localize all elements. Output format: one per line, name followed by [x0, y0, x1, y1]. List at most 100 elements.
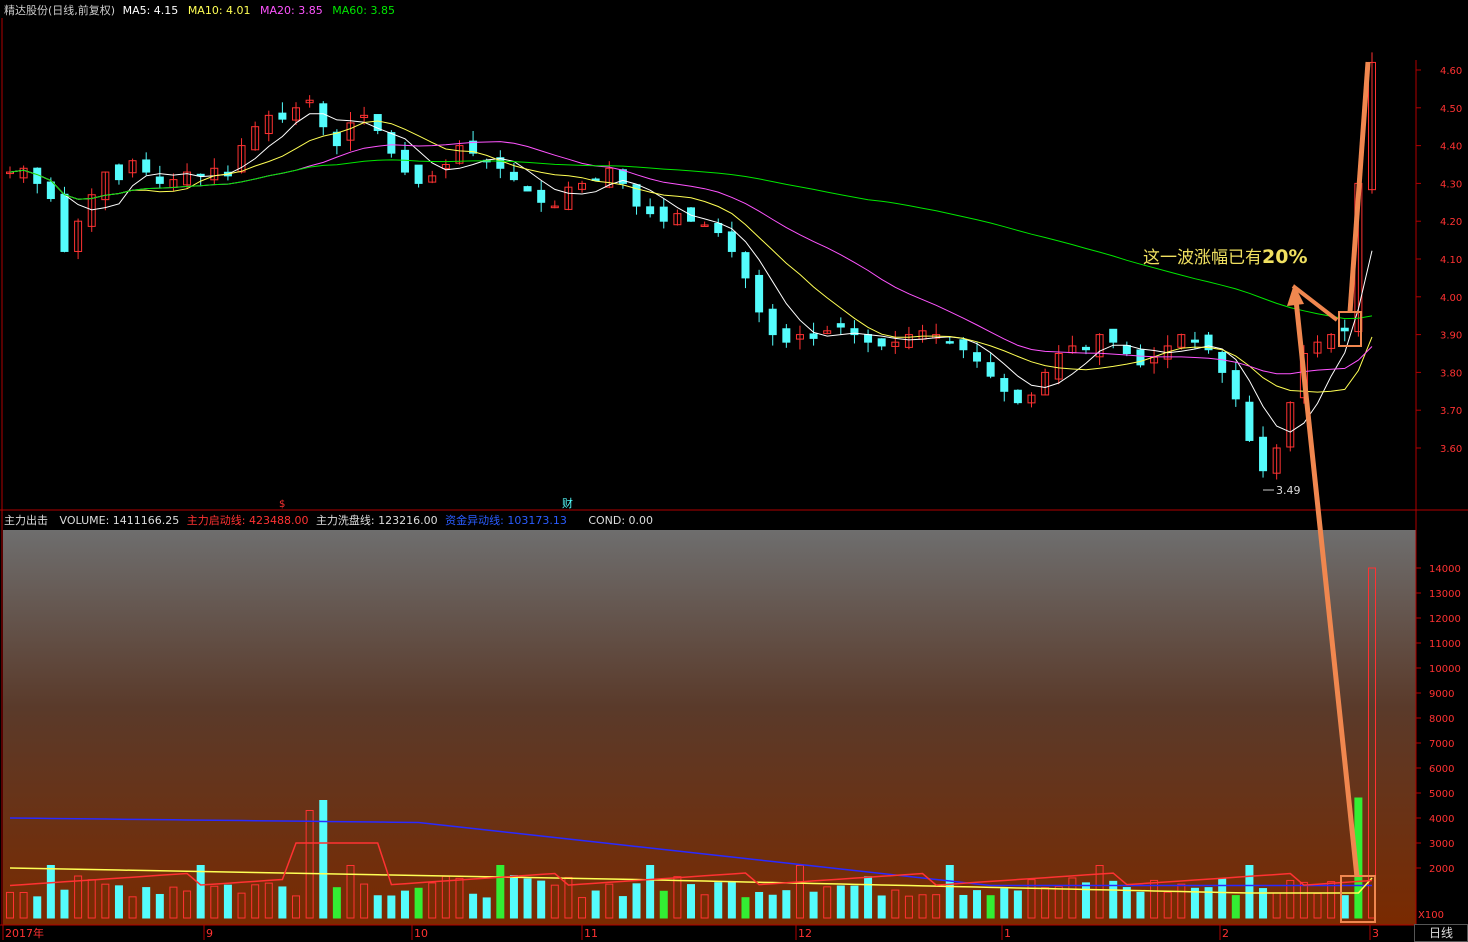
volume-bar — [1136, 891, 1145, 919]
start-line-value: 主力启动线: 423488.00 — [186, 514, 309, 527]
candle-body — [509, 171, 518, 181]
candle-body — [1218, 351, 1227, 373]
volume-bar — [877, 895, 886, 919]
x-tick-label: 11 — [584, 927, 598, 940]
volume-bar — [523, 878, 532, 919]
volume-bar — [646, 865, 655, 919]
indicator-name: 主力出击 — [4, 514, 48, 527]
volume-bar — [332, 887, 341, 919]
ma5-value: MA5: 4.15 — [122, 4, 179, 17]
volume-tick-label: 2000 — [1429, 864, 1454, 875]
candle-body — [142, 159, 151, 173]
candle-body — [755, 274, 764, 313]
ma20-value: MA20: 3.85 — [260, 4, 323, 17]
volume-bar — [223, 884, 232, 919]
volume-tick-label: 8000 — [1429, 714, 1454, 725]
volume-bar — [768, 894, 777, 919]
volume-bar — [319, 800, 328, 919]
volume-bar — [836, 885, 845, 919]
volume-bar — [496, 865, 505, 919]
volume-tick-label: 6000 — [1429, 764, 1454, 775]
candle-body — [1259, 436, 1268, 472]
price-tick-label: 4.50 — [1440, 104, 1462, 115]
volume-bar — [727, 881, 736, 919]
volume-bar — [973, 890, 982, 919]
candle-body — [60, 193, 69, 252]
x-tick-label: 2 — [1222, 927, 1229, 940]
volume-bar — [714, 882, 723, 919]
price-tick-label: 4.30 — [1440, 179, 1462, 190]
period-tab[interactable]: 日线 — [1414, 924, 1468, 942]
volume-bar — [945, 865, 954, 919]
volume-bar — [687, 884, 695, 919]
volume-bar — [1218, 878, 1227, 919]
candle-body — [741, 252, 750, 279]
volume-value: VOLUME: 1411166.25 — [59, 514, 180, 527]
x-tick-label: 9 — [206, 927, 213, 940]
annotation-text: 这一波涨幅已有20% — [1143, 243, 1307, 268]
price-tick-label: 3.80 — [1440, 368, 1462, 379]
candle-body — [155, 176, 164, 184]
candle-body — [809, 333, 818, 339]
candle-body — [1245, 401, 1254, 441]
candle-body — [1231, 370, 1240, 400]
volume-bar — [1122, 887, 1131, 919]
volume-tick-label: 11000 — [1429, 639, 1461, 650]
volume-bar — [400, 890, 409, 919]
candle-body — [387, 132, 396, 154]
candle-body — [659, 206, 668, 222]
candle-body — [1081, 346, 1090, 351]
candle-body — [877, 338, 886, 347]
volume-bar — [482, 897, 491, 919]
x-tick-label: 3 — [1372, 927, 1379, 940]
candle-body — [114, 164, 123, 181]
x-tick-label: 1 — [1004, 927, 1011, 940]
candle-body — [959, 339, 968, 351]
volume-bar — [959, 894, 968, 919]
volume-bar — [632, 883, 641, 919]
volume-bar — [618, 896, 627, 919]
price-tick-label: 3.60 — [1440, 444, 1462, 455]
candle-body — [836, 323, 845, 328]
volume-bar — [537, 880, 546, 919]
volume-bar — [60, 889, 69, 919]
volume-bar — [755, 891, 764, 919]
volume-header: 主力出击 VOLUME: 1411166.25 主力启动线: 423488.00… — [4, 512, 653, 528]
volume-bar — [469, 893, 478, 919]
volume-axis-ticks: 14000 13000 12000 11000 10000 9000 8000 7000 600… — [1416, 564, 1461, 921]
volume-bar — [155, 893, 164, 919]
candle-body — [782, 328, 791, 343]
volume-bar — [1081, 882, 1090, 919]
price-tick-label: 4.60 — [1440, 66, 1462, 77]
volume-tick-label: 3000 — [1429, 839, 1454, 850]
candle-body — [945, 341, 954, 344]
volume-bar — [782, 890, 791, 919]
candle-body — [46, 181, 55, 200]
price-tick-label: 4.00 — [1440, 293, 1462, 304]
volume-bar — [33, 896, 42, 919]
volume-panel-bg — [3, 530, 1416, 925]
candle-body — [1190, 339, 1199, 343]
volume-bar — [196, 865, 205, 919]
price-tick-label: 4.40 — [1440, 142, 1462, 153]
volume-bar — [414, 887, 423, 919]
volume-bar — [1231, 895, 1240, 919]
candle-body — [768, 308, 777, 336]
volume-unit-label: X100 — [1418, 910, 1444, 921]
candle-body — [864, 334, 873, 343]
wash-line-value: 主力洗盘线: 123216.00 — [315, 514, 438, 527]
volume-bar — [387, 895, 396, 919]
top-right-black-box — [1188, 0, 1468, 60]
price-tick-label: 4.10 — [1440, 255, 1462, 266]
candle-body — [1013, 389, 1022, 404]
volume-bar — [659, 890, 668, 919]
volume-tick-label: 12000 — [1429, 614, 1461, 625]
candle-body — [1340, 327, 1349, 332]
price-axis-ticks: 4.60 4.50 4.40 4.30 4.20 4.10 4.00 3.90 3.80 3.70… — [1416, 66, 1462, 455]
candle-body — [1109, 328, 1118, 343]
candle-body — [646, 206, 655, 215]
x-tick-label: 2017年 — [5, 926, 44, 940]
volume-bar — [986, 895, 995, 919]
annotation-pct: 20% — [1262, 246, 1308, 268]
candle-body — [973, 352, 982, 362]
